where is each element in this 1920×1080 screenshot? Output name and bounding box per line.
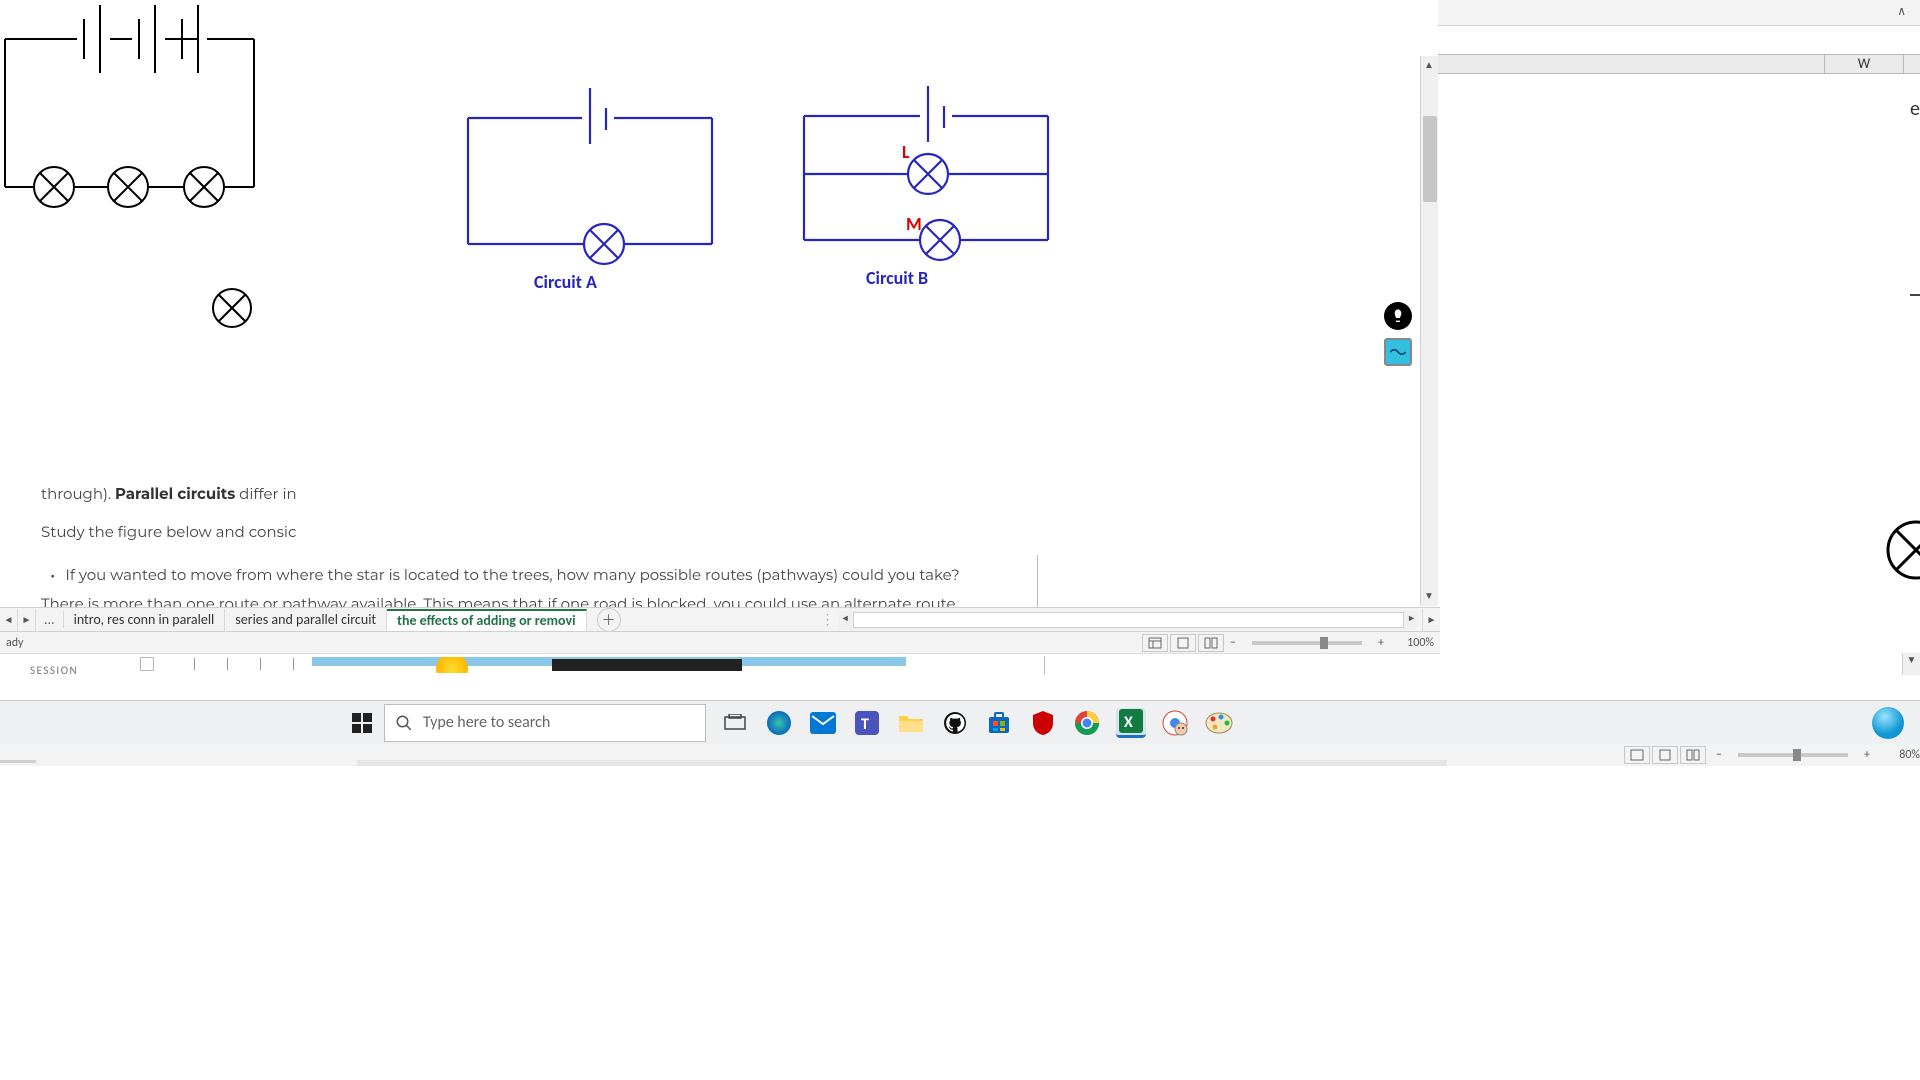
view-normal-icon-2[interactable] <box>1624 746 1650 764</box>
svg-text:T: T <box>861 715 869 734</box>
clipped-circle-graphic <box>1880 520 1920 580</box>
scrollbar-down-arrow[interactable]: ▼ <box>1424 589 1434 602</box>
view-page-break-icon[interactable] <box>1198 634 1224 652</box>
edge-browser-icon[interactable] <box>764 708 794 738</box>
sheet-tab-series-parallel[interactable]: series and parallel circuit <box>225 609 387 631</box>
task-view-icon[interactable] <box>720 708 750 738</box>
start-button-icon[interactable] <box>340 701 384 745</box>
weather-widget-icon[interactable] <box>1872 707 1904 739</box>
zoom-slider[interactable] <box>1252 641 1362 645</box>
taskbar-search-box[interactable]: Type here to search <box>384 704 706 742</box>
mcafee-icon[interactable] <box>1028 708 1058 738</box>
hscroll-left-arrow[interactable]: ◄ <box>841 613 850 624</box>
inner-vertical-scrollbar[interactable]: ▲ ▼ <box>1420 56 1438 606</box>
scrollbar-up-arrow[interactable]: ▲ <box>1424 58 1434 71</box>
zoom-slider-handle-2[interactable] <box>1793 749 1801 761</box>
ink-tool-icon[interactable] <box>1384 338 1412 366</box>
paint-app-icon[interactable] <box>1204 708 1234 738</box>
secondary-scrollbar[interactable]: ▼ <box>1902 653 1920 675</box>
svg-text:X: X <box>1124 713 1133 732</box>
sheet-nav-next-outer[interactable]: ► <box>1422 609 1440 631</box>
excel-app-icon[interactable]: X <box>1116 708 1146 738</box>
bottom-horizontal-scroll[interactable] <box>357 760 1447 766</box>
taskbar-icons: T X <box>720 708 1234 738</box>
zoom-out-button[interactable]: − <box>1230 636 1236 650</box>
search-placeholder-text: Type here to search <box>423 713 550 732</box>
row-fragment-dash <box>1910 294 1920 296</box>
mail-app-icon[interactable] <box>808 708 838 738</box>
sun-house-illustration <box>312 657 906 673</box>
pen-tool-icon[interactable] <box>1384 302 1412 330</box>
circuit-b-diagram: L M Circuit B <box>802 86 1062 296</box>
circuit-a-diagram: Circuit A <box>466 88 726 298</box>
zoom-in-button[interactable]: + <box>1378 636 1384 650</box>
sheet-tab-intro[interactable]: intro, res conn in paralell <box>64 609 226 631</box>
ruler-origin <box>140 657 154 671</box>
status-bar: ady − + 100% <box>0 631 1440 653</box>
doc-line-study: Study the figure below and consic <box>41 520 296 544</box>
sheet-tab-effects-active[interactable]: the effects of adding or removi <box>387 609 586 631</box>
left-stub-bar <box>0 760 36 763</box>
lone-bulb-symbol <box>210 286 254 330</box>
bulb-l-label: L <box>902 141 910 163</box>
circuit-a-label: Circuit A <box>534 271 597 293</box>
sheet-nav-ellipsis[interactable]: ... <box>36 611 64 628</box>
search-icon <box>395 714 413 732</box>
doc-bullet-question: If you wanted to move from where the sta… <box>50 560 960 589</box>
zoom-slider-2[interactable] <box>1738 753 1848 757</box>
sheet-tab-add[interactable]: ＋ <box>597 608 621 632</box>
sheet-nav-prev[interactable]: ◄ <box>0 609 18 631</box>
view-page-break-icon-2[interactable] <box>1680 746 1706 764</box>
microsoft-store-icon[interactable] <box>984 708 1014 738</box>
github-desktop-icon[interactable] <box>940 708 970 738</box>
session-label: SESSION <box>30 664 78 677</box>
black-series-circuit-diagram <box>2 5 262 215</box>
sheet-tab-bar: ◄ ► ... intro, res conn in paralell seri… <box>0 607 1440 631</box>
sheet-horizontal-scrollbar[interactable]: ◄ ► <box>839 611 1418 629</box>
teams-icon[interactable]: T <box>852 708 882 738</box>
view-page-layout-icon[interactable] <box>1170 634 1196 652</box>
sheet-nav-next[interactable]: ► <box>18 609 36 631</box>
zoom-out-button-2[interactable]: − <box>1716 748 1722 762</box>
windows-taskbar: Type here to search T X <box>0 700 1920 744</box>
view-page-layout-icon-2[interactable] <box>1652 746 1678 764</box>
floating-tool-palette <box>1384 302 1412 366</box>
worksheet-canvas: Circuit A L M Circuit B ▲ <box>0 0 1438 608</box>
column-header-W[interactable]: W <box>1824 55 1904 73</box>
zoom-percent-2[interactable]: 80% <box>1876 748 1920 762</box>
zoom-in-button-2[interactable]: + <box>1864 748 1870 762</box>
doc-margin-line-1 <box>1037 555 1038 607</box>
status-ready: ady <box>6 636 23 650</box>
ribbon-collapse-caret[interactable]: ∧ <box>1897 4 1906 19</box>
bulb-m-label: M <box>906 213 922 235</box>
chrome-profile-icon[interactable] <box>1160 708 1190 738</box>
hscroll-track[interactable] <box>853 612 1404 628</box>
zoom-percent[interactable]: 100% <box>1390 636 1434 650</box>
view-normal-icon[interactable] <box>1142 634 1168 652</box>
chrome-browser-icon[interactable] <box>1072 708 1102 738</box>
cell-content-e: e <box>1910 97 1920 121</box>
doc-margin-line-2 <box>1044 656 1045 674</box>
zoom-slider-handle[interactable] <box>1320 637 1328 649</box>
doc-line-parallel: through). Parallel circuits differ in <box>41 482 297 506</box>
file-explorer-icon[interactable] <box>896 708 926 738</box>
hscroll-right-arrow[interactable]: ► <box>1407 613 1416 624</box>
circuit-b-label: Circuit B <box>866 267 928 289</box>
scrollbar-thumb[interactable] <box>1423 116 1437 202</box>
